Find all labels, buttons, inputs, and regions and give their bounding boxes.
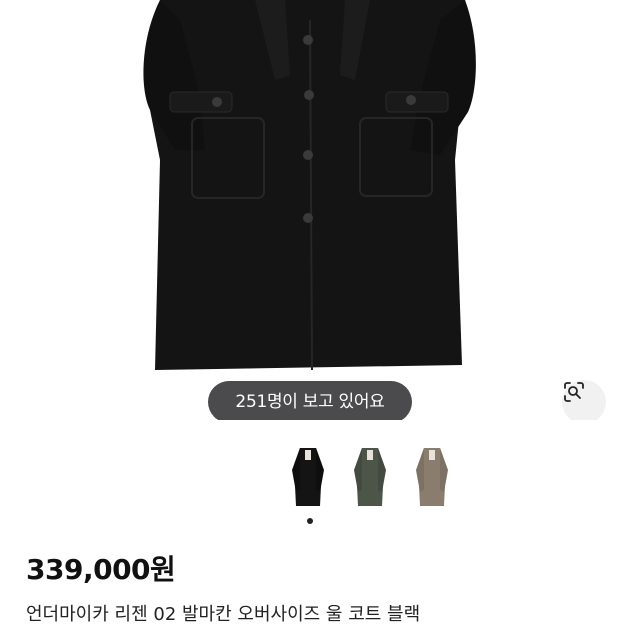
thumbnail-strip (284, 440, 456, 515)
coat-thumbnail-icon (408, 440, 456, 515)
product-title: 언더마이카 리젠 02 발마칸 오버사이즈 울 코트 블랙 (26, 604, 421, 625)
thumbnail-beige[interactable] (408, 440, 456, 515)
thumbnail-khaki[interactable] (346, 440, 394, 515)
viewers-count-label: 251명이 보고 있어요 (235, 392, 385, 412)
visual-search-icon (564, 382, 584, 402)
viewers-count-badge: 251명이 보고 있어요 (208, 381, 412, 420)
product-price: 339,000원 (26, 553, 176, 586)
coat-thumbnail-icon (346, 440, 394, 515)
thumbnail-page-indicator (307, 518, 313, 524)
product-image[interactable]: 251명이 보고 있어요 (0, 0, 620, 420)
visual-search-button[interactable] (562, 380, 606, 420)
coat-thumbnail-icon (284, 440, 332, 515)
thumbnail-black[interactable] (284, 440, 332, 515)
coat-illustration (143, 0, 476, 371)
